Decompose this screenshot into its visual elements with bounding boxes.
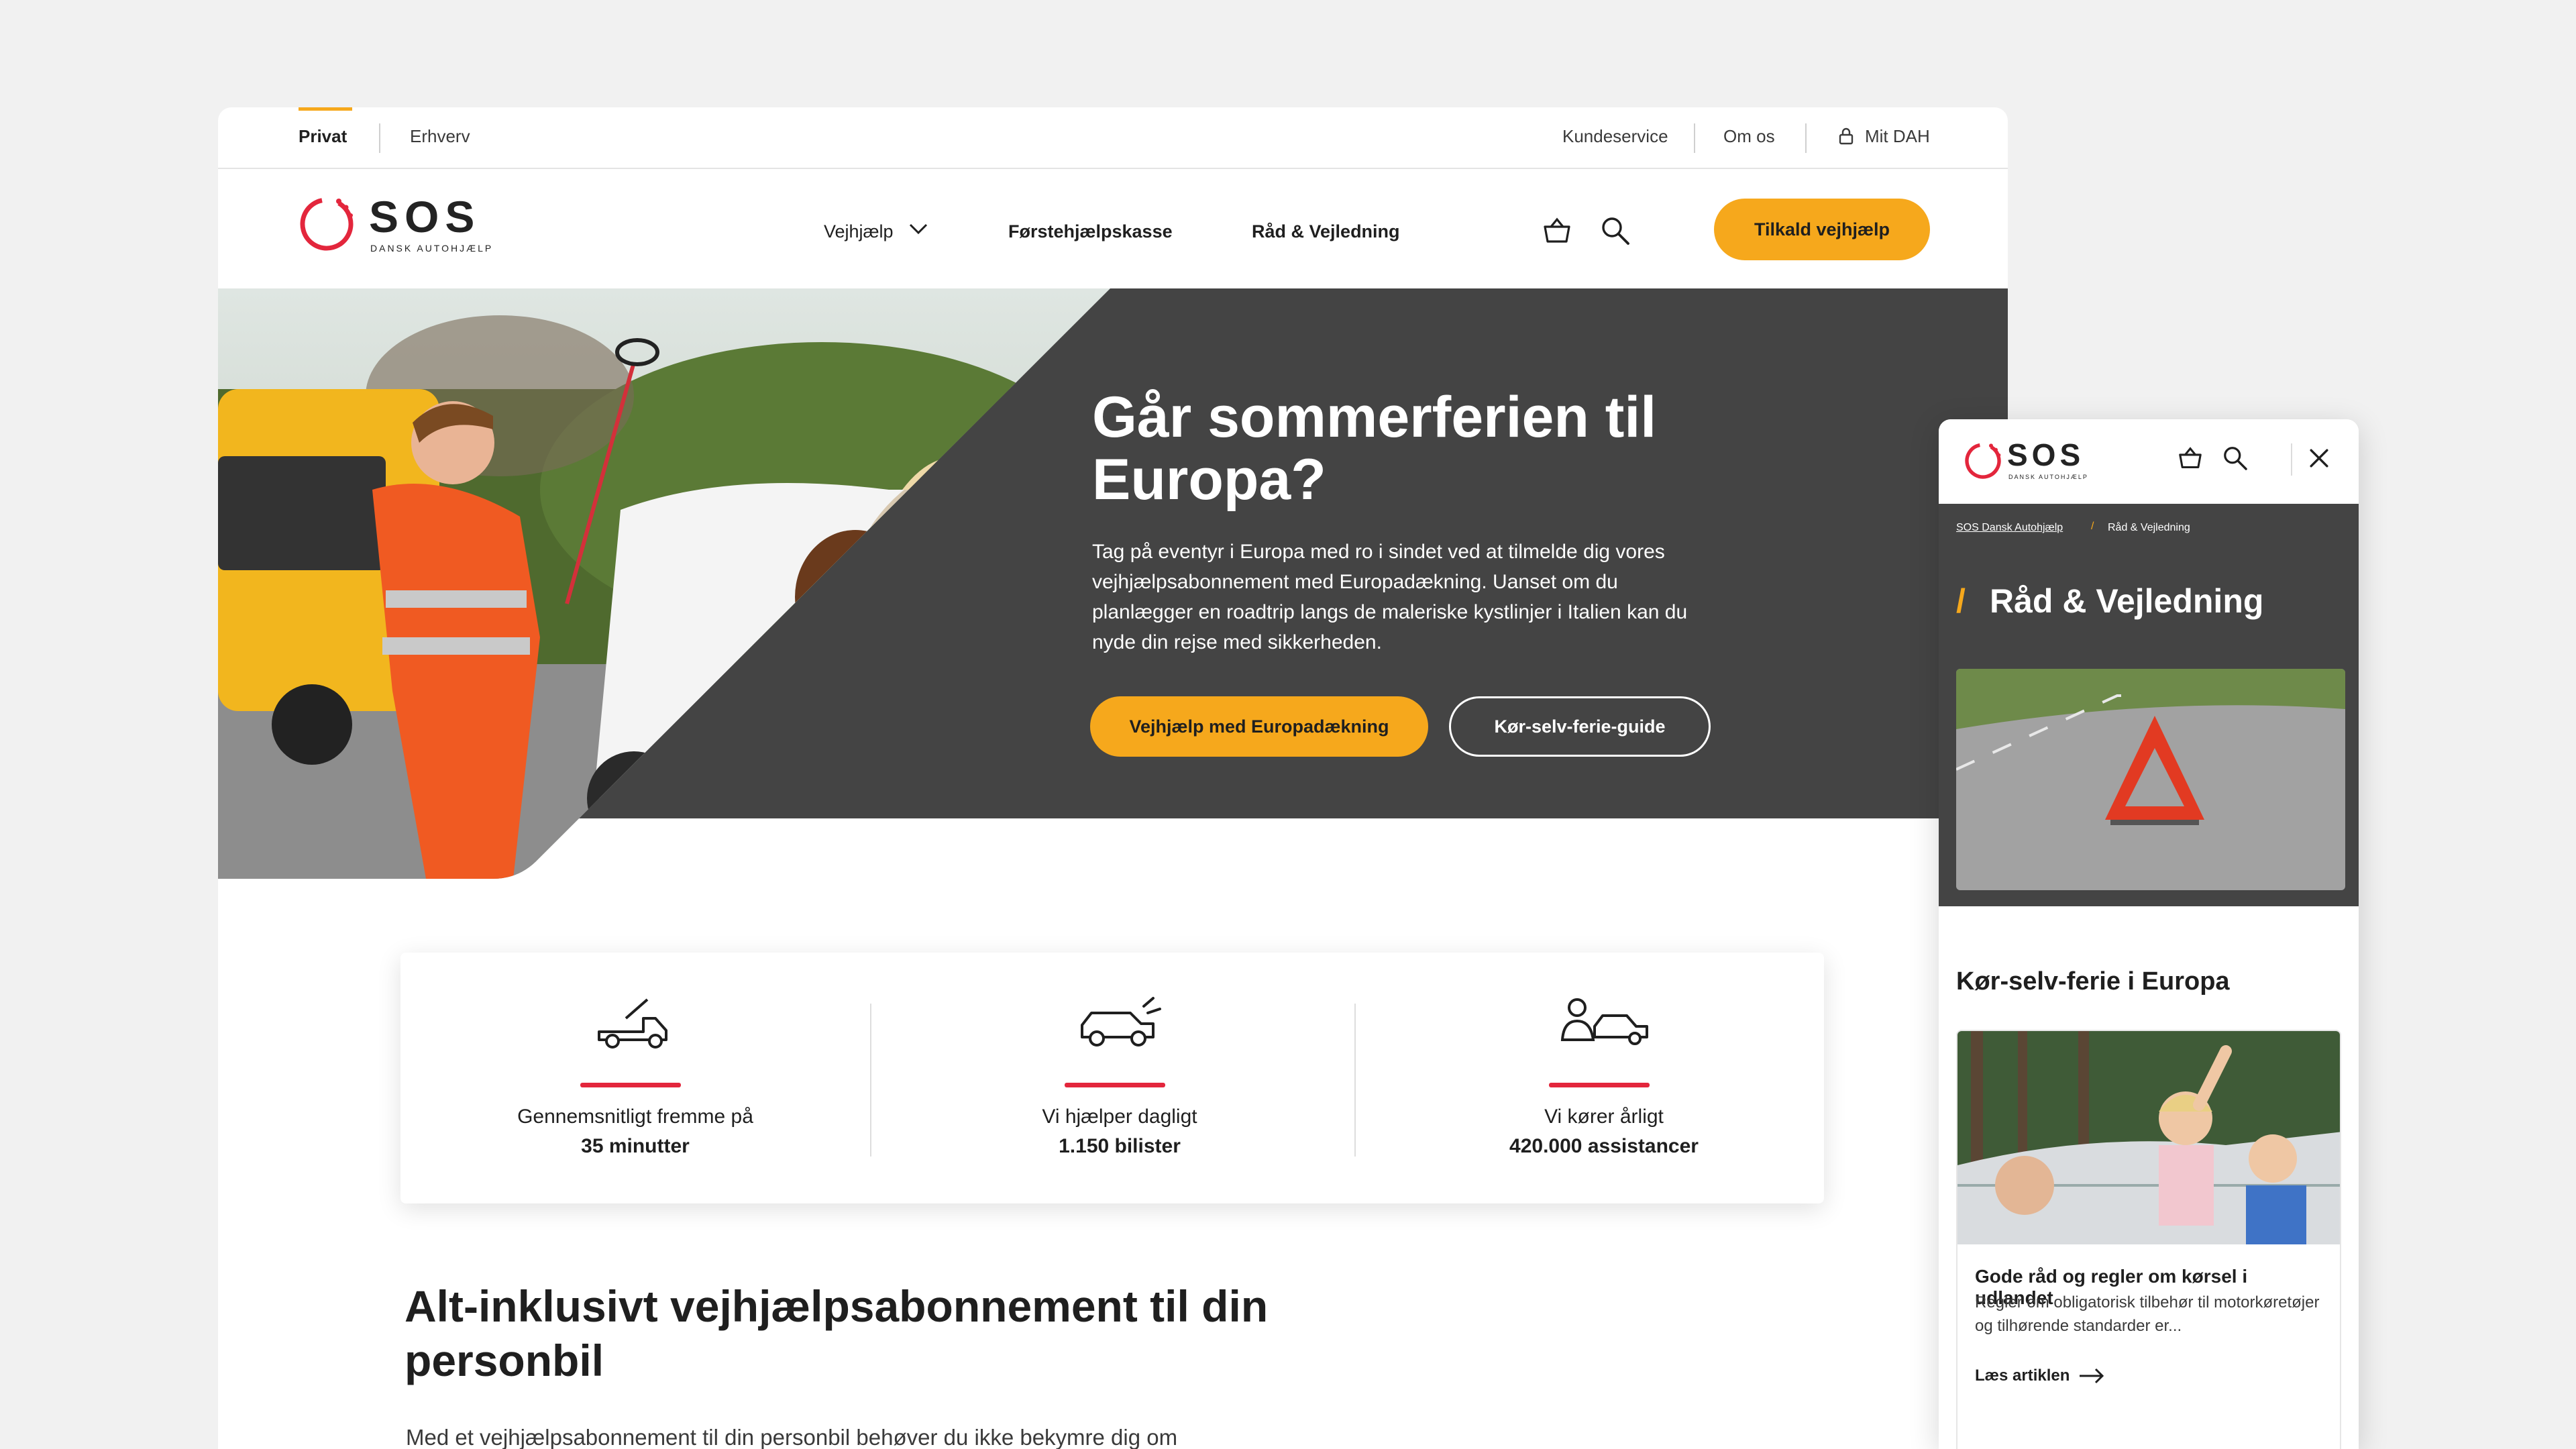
tow-truck-icon [598,998,667,1049]
nav-raad-vejledning[interactable]: Råd & Vejledning [1252,221,1400,242]
stat-label: Vi hjælper dagligt [1042,1106,1197,1128]
stat-value: 1.150 bilister [1059,1135,1181,1157]
main-nav: SOS DANSK AUTOHJÆLP Vejhjælp Førstehjælp… [218,169,2008,288]
stat-label: Gennemsnitligt fremme på [517,1106,753,1128]
stats-card: Gennemsnitligt fremme på 35 minutter Vi … [400,953,1824,1203]
close-icon[interactable] [2304,443,2334,473]
nav-forstehjaelpskasse[interactable]: Førstehjælpskasse [1008,221,1173,242]
article-card[interactable]: Gode råd og regler om kørsel i udlandet … [1956,1030,2341,1449]
hero-title: Går sommerferien til Europa? [1092,385,1657,512]
tab-erhverv[interactable]: Erhverv [410,126,470,147]
arrow-right-icon[interactable] [2078,1366,2105,1385]
stat-accent-bar [1549,1083,1650,1087]
link-kundeservice[interactable]: Kundeservice [1562,126,1668,147]
stat-accent-bar [580,1083,681,1087]
stat-value: 35 minutter [581,1135,690,1157]
breadcrumb-separator: / [2091,521,2094,532]
nav-vejhjaelp[interactable]: Vejhjælp [824,221,894,242]
section-title: Kør-selv-ferie i Europa [1956,967,2230,996]
top-bar: Privat Erhverv Kundeservice Om os Mit DA… [218,107,2008,169]
broken-car-icon [1081,997,1161,1046]
basket-icon[interactable] [1540,213,1574,248]
link-om-os[interactable]: Om os [1723,126,1775,147]
hero-banner: Går sommerferien til Europa? Tag på even… [218,288,2008,879]
basket-icon[interactable] [2176,443,2205,473]
europe-coverage-button[interactable]: Vejhjælp med Europadækning [1090,696,1428,757]
logo-wordmark: SOS [369,192,481,241]
search-icon[interactable] [2220,443,2250,473]
divider [379,123,380,153]
divider [2291,443,2292,476]
stat-item: Gennemsnitligt fremme på 35 minutter [400,953,870,1203]
breadcrumb-home[interactable]: SOS Dansk Autohjælp [1956,522,2063,534]
divider [1694,123,1695,153]
logo-subtitle: DANSK AUTOHJÆLP [370,243,494,254]
article-excerpt: Regler om obligatorisk tilbehør til moto… [1975,1293,2320,1335]
active-tab-indicator [299,107,352,111]
call-roadside-button[interactable]: Tilkald vejhjælp [1714,199,1930,260]
mobile-window: SOS DANSK AUTOHJÆLP SOS Dansk Autohjælp … [1939,419,2359,1449]
stat-label: Vi kører årligt [1544,1106,1664,1128]
section-title: Alt-inklusivt vejhjælpsabonnement til di… [405,1281,1269,1385]
stat-accent-bar [1065,1083,1165,1087]
mobile-header: SOS DANSK AUTOHJÆLP [1939,419,2359,504]
logo-subtitle: DANSK AUTOHJÆLP [2008,474,2088,480]
stat-item: Vi hjælper dagligt 1.150 bilister [885,953,1354,1203]
page-title: Råd & Vejledning [1990,582,2264,620]
hero-body: Tag på eventyr i Europa med ro i sindet … [1092,541,1688,653]
person-car-icon [1560,998,1648,1045]
link-mit-dah[interactable]: Mit DAH [1865,126,1930,147]
warning-triangle-photo [1956,669,2345,890]
lock-icon [1839,127,1854,145]
breadcrumb-current: Råd & Vejledning [2108,522,2190,533]
divider [870,1004,871,1157]
section-body: Med et vejhjælpsabonnement til din perso… [406,1425,1178,1449]
divider [1354,1004,1356,1157]
title-slash: / [1956,582,1966,620]
desktop-window: Privat Erhverv Kundeservice Om os Mit DA… [218,107,2008,1449]
sos-logo-icon[interactable] [299,196,355,252]
tab-privat[interactable]: Privat [299,126,347,147]
read-article-link[interactable]: Læs artiklen [1975,1366,2070,1385]
logo-wordmark: SOS [2007,437,2085,472]
search-icon[interactable] [1598,213,1633,248]
sos-logo-icon[interactable] [1964,442,2002,480]
stat-item: Vi kører årligt 420.000 assistancer [1369,953,1839,1203]
article-photo [1957,1031,2340,1244]
drive-holiday-guide-button[interactable]: Kør-selv-ferie-guide [1449,696,1711,757]
divider [1805,123,1807,153]
chevron-down-icon[interactable] [909,223,928,235]
stat-value: 420.000 assistancer [1509,1135,1699,1157]
